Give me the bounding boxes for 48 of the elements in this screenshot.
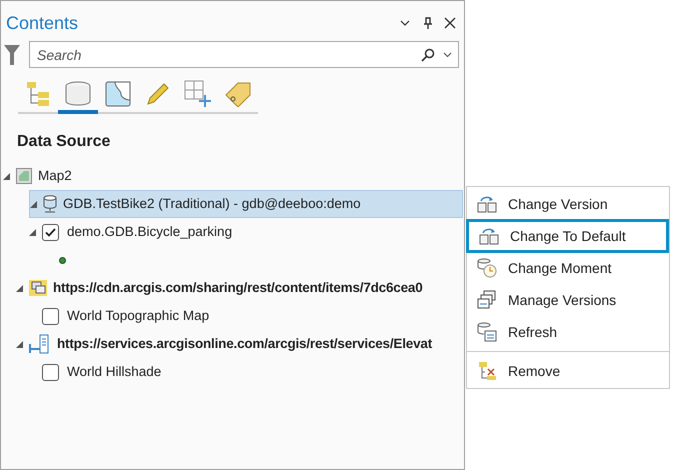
database-refresh-icon xyxy=(477,322,497,342)
expander-icon[interactable] xyxy=(16,340,23,348)
section-heading: Data Source xyxy=(17,132,112,152)
drawing-order-icon xyxy=(24,81,52,107)
check-icon xyxy=(45,228,56,236)
menu-item[interactable]: Manage Versions xyxy=(467,284,669,316)
tree-item-label[interactable]: GDB.TestBike2 (Traditional) - gdb@deeboo:demo xyxy=(63,194,361,214)
tree-row-highlight[interactable]: GDB.TestBike2 (Traditional) - gdb@deeboo:demo xyxy=(29,190,463,218)
tree-item-label[interactable]: Map2 xyxy=(38,166,72,186)
expander-icon[interactable] xyxy=(29,228,36,236)
tree-item-label[interactable]: World Topographic Map xyxy=(67,306,210,326)
expander-icon[interactable] xyxy=(16,284,23,292)
dropdown-caret-icon[interactable] xyxy=(443,52,452,58)
expander-icon[interactable] xyxy=(30,200,37,208)
menu-item[interactable]: Change To Default xyxy=(466,219,669,253)
menu-item[interactable]: Remove xyxy=(467,355,669,387)
chevron-down-icon[interactable] xyxy=(400,20,410,26)
search-field[interactable]: Search xyxy=(29,41,459,68)
database-clock-icon xyxy=(477,258,497,278)
tag-icon xyxy=(224,81,252,107)
database-icon xyxy=(43,195,57,213)
pane-title: Contents xyxy=(6,12,80,34)
pencil-icon xyxy=(145,81,171,107)
menu-item[interactable]: Change Moment xyxy=(467,252,669,284)
checkbox[interactable] xyxy=(42,364,59,380)
search-icon[interactable] xyxy=(421,48,435,62)
checkbox[interactable] xyxy=(42,308,59,324)
expander-icon[interactable] xyxy=(3,172,10,180)
tree-item-label[interactable]: https://services.arcgisonline.com/arcgis/rest/services/Elevat xyxy=(57,334,432,354)
stacked-versions-icon xyxy=(477,290,497,310)
tree-item-label[interactable]: https://cdn.arcgis.com/sharing/rest/content/items/7dc6cea0 xyxy=(53,278,423,298)
map-selection-icon xyxy=(105,81,131,107)
filter-icon[interactable] xyxy=(3,44,21,66)
version-swap-icon xyxy=(479,227,499,245)
database-icon xyxy=(64,81,92,107)
map-icon xyxy=(16,168,32,184)
tree-item-label[interactable]: demo.GDB.Bicycle_parking xyxy=(67,222,232,242)
grid-plus-icon xyxy=(184,80,212,108)
tile-layers-icon xyxy=(29,280,47,296)
menu-item[interactable]: Refresh xyxy=(467,316,669,348)
menu-item[interactable]: Change Version xyxy=(467,188,669,220)
version-swap-icon xyxy=(477,195,497,213)
close-icon[interactable] xyxy=(444,17,456,29)
checkbox[interactable] xyxy=(42,224,59,240)
elevation-service-icon xyxy=(29,334,51,354)
tree-item-label[interactable]: World Hillshade xyxy=(67,362,162,382)
remove-layer-icon xyxy=(477,361,497,381)
pin-icon[interactable] xyxy=(424,17,432,29)
